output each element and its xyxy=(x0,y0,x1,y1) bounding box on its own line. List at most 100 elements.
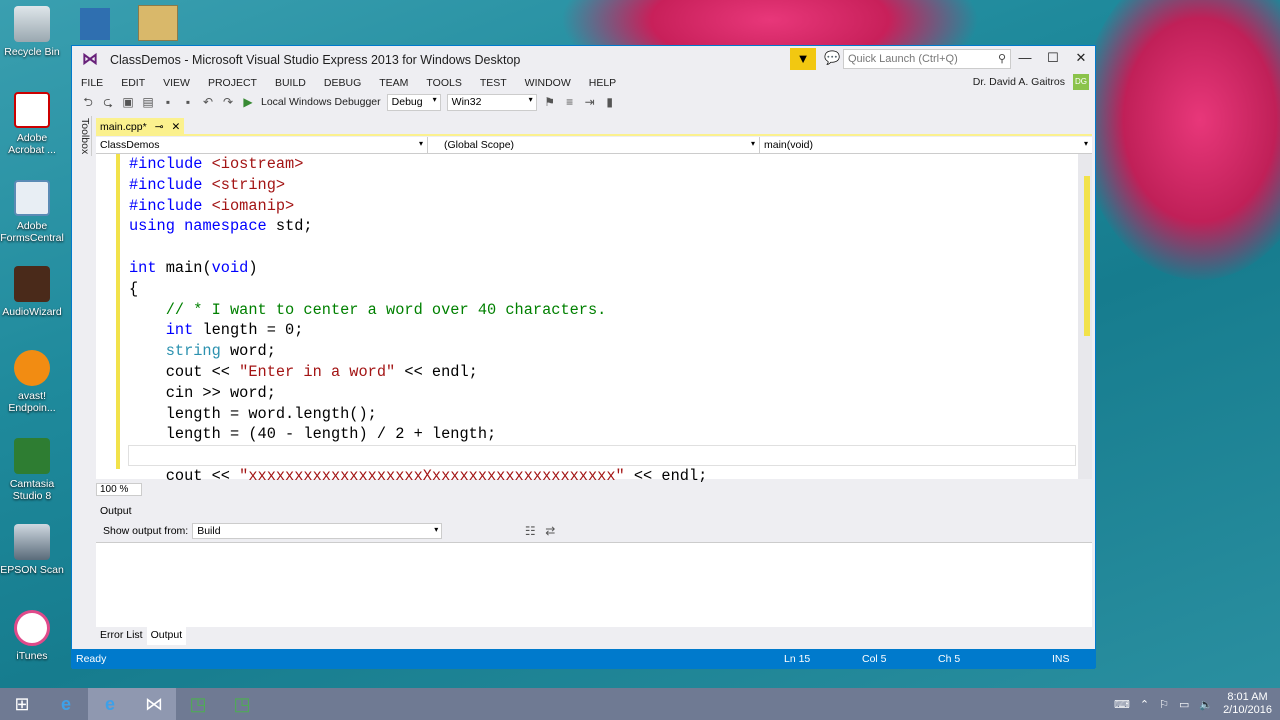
keyboard-icon[interactable]: ⌨ xyxy=(1114,698,1130,711)
find-icon[interactable]: ⚑ xyxy=(542,94,558,110)
configuration-select[interactable]: Debug ▾ xyxy=(386,93,441,111)
acrobat-icon xyxy=(14,92,50,128)
platform-select[interactable]: Win32 ▾ xyxy=(446,93,537,111)
new-project-icon[interactable]: ▣ xyxy=(120,94,136,110)
desktop-icon-acrobat[interactable]: Adobe Acrobat ... xyxy=(0,92,64,156)
windows-icon: ⊞ xyxy=(14,693,30,714)
taskbar-camtasia[interactable]: ◳ xyxy=(176,688,220,720)
code-line[interactable]: using namespace std; xyxy=(129,216,707,237)
clock[interactable]: 8:01 AM 2/10/2016 xyxy=(1223,691,1272,717)
code-line[interactable]: { xyxy=(129,279,707,300)
debugger-label[interactable]: Local Windows Debugger xyxy=(261,96,381,108)
menu-test[interactable]: TEST xyxy=(471,77,516,89)
zoom-select[interactable]: 100 % xyxy=(96,482,142,496)
code-line[interactable]: #include <iostream> xyxy=(129,154,707,175)
taskbar-ie[interactable]: e xyxy=(44,688,88,720)
member-dropdown[interactable]: main(void) ▾ xyxy=(760,137,1092,154)
clear-all-icon[interactable]: ☷ xyxy=(522,523,538,539)
close-button[interactable]: ✕ xyxy=(1070,50,1092,66)
title-bar[interactable]: ⋈ ClassDemos - Microsoft Visual Studio E… xyxy=(72,46,1095,74)
code-text[interactable]: #include <iostream> #include <string> #inc… xyxy=(129,154,707,487)
menu-window[interactable]: WINDOW xyxy=(516,77,580,89)
code-line[interactable]: #include <iomanip> xyxy=(129,196,707,217)
open-icon[interactable]: ▤ xyxy=(140,94,156,110)
start-debug-icon[interactable]: ▶ xyxy=(240,94,256,110)
code-line[interactable]: int length = 0; xyxy=(129,320,707,341)
vertical-scrollbar[interactable] xyxy=(1078,154,1092,479)
code-line[interactable]: string word; xyxy=(129,341,707,362)
taskbar-visual-studio[interactable]: ⋈ xyxy=(132,688,176,720)
code-line[interactable]: // * I want to center a word over 40 cha… xyxy=(129,300,707,321)
output-pane[interactable] xyxy=(96,542,1092,627)
back-icon[interactable]: ⮌ xyxy=(80,94,96,110)
code-line[interactable]: cin >> word; xyxy=(129,383,707,404)
code-editor[interactable]: #include <iostream> #include <string> #inc… xyxy=(96,154,1092,485)
tab-main-cpp[interactable]: main.cpp* ⊸ ✕ xyxy=(96,118,185,136)
taskbar-camtasia-recorder[interactable]: ◳ xyxy=(220,688,264,720)
menu-project[interactable]: PROJECT xyxy=(199,77,266,89)
menu-help[interactable]: HELP xyxy=(580,77,625,89)
tab-output[interactable]: Output xyxy=(146,627,187,645)
network-icon[interactable]: ▭ xyxy=(1179,698,1189,711)
desktop-icon-recycle-bin[interactable]: Recycle Bin xyxy=(0,6,64,58)
desktop-icon-audiowizard[interactable]: AudioWizard xyxy=(0,266,64,318)
chevron-down-icon: ▾ xyxy=(432,94,437,104)
user-name[interactable]: Dr. David A. Gaitros xyxy=(973,76,1065,88)
desktop-icon-formscentral[interactable]: Adobe FormsCentral xyxy=(0,180,64,244)
desktop-icon-partial[interactable] xyxy=(80,8,110,40)
taskbar: ⊞ e e ⋈ ◳ ◳ xyxy=(0,688,1280,720)
menu-edit[interactable]: EDIT xyxy=(112,77,154,89)
menu-tools[interactable]: TOOLS xyxy=(417,77,470,89)
project-dropdown[interactable]: ClassDemos ▾ xyxy=(96,137,428,154)
bookmark-icon[interactable]: ▮ xyxy=(602,94,618,110)
close-tab-icon[interactable]: ✕ xyxy=(172,121,181,133)
tab-error-list[interactable]: Error List xyxy=(96,627,147,645)
pin-icon[interactable]: ⊸ xyxy=(155,121,164,133)
scope-dropdown[interactable]: (Global Scope) ▾ xyxy=(428,137,760,154)
desktop-icon-avast[interactable]: avast! Endpoin... xyxy=(0,350,64,414)
chevron-down-icon: ▾ xyxy=(1083,139,1088,148)
code-line[interactable]: length = word.length(); xyxy=(129,404,707,425)
save-all-icon[interactable]: ▪ xyxy=(180,94,196,110)
volume-icon[interactable]: 🔈 xyxy=(1199,698,1213,711)
desktop-icon-camtasia[interactable]: Camtasia Studio 8 xyxy=(0,438,64,502)
scrollbar-thumb[interactable] xyxy=(1084,176,1090,336)
flag-icon[interactable]: ⚐ xyxy=(1159,698,1169,711)
epson-icon xyxy=(14,524,50,560)
comment-icon[interactable]: ≡ xyxy=(562,94,578,110)
code-line[interactable]: int main(void) xyxy=(129,258,707,279)
start-button[interactable]: ⊞ xyxy=(0,688,44,720)
desktop-icon-partial[interactable] xyxy=(138,5,178,41)
save-icon[interactable]: ▪ xyxy=(160,94,176,110)
menu-file[interactable]: FILE xyxy=(72,77,112,89)
menu-team[interactable]: TEAM xyxy=(370,77,417,89)
menu-build[interactable]: BUILD xyxy=(266,77,315,89)
menu-bar: FILE EDIT VIEW PROJECT BUILD DEBUG TEAM … xyxy=(72,74,1095,92)
menu-debug[interactable]: DEBUG xyxy=(315,77,370,89)
navigation-bar: ClassDemos ▾ (Global Scope) ▾ main(void) ▾ xyxy=(96,137,1092,154)
redo-icon[interactable]: ↷ xyxy=(220,94,236,110)
quick-launch-input[interactable]: Quick Launch (Ctrl+Q) ⚲ xyxy=(843,49,1011,69)
show-hidden-icons-icon[interactable]: ⌃ xyxy=(1140,698,1149,711)
feedback-icon[interactable]: 💬 xyxy=(824,50,840,66)
notification-flag-icon[interactable]: ▼ xyxy=(790,48,816,70)
code-line[interactable] xyxy=(129,445,707,466)
taskbar-ie-active[interactable]: e xyxy=(88,688,132,720)
maximize-button[interactable]: ☐ xyxy=(1042,50,1064,66)
indent-icon[interactable]: ⇥ xyxy=(582,94,598,110)
camtasia-icon: ◳ xyxy=(189,693,207,714)
code-line[interactable] xyxy=(129,237,707,258)
code-line[interactable]: #include <string> xyxy=(129,175,707,196)
desktop-icon-epson[interactable]: EPSON Scan xyxy=(0,524,64,576)
toolbox-tab[interactable]: Toolbox xyxy=(76,116,92,156)
undo-icon[interactable]: ↶ xyxy=(200,94,216,110)
avatar[interactable]: DG xyxy=(1073,74,1089,90)
code-line[interactable]: length = (40 - length) / 2 + length; xyxy=(129,424,707,445)
forward-icon[interactable]: ⮎ xyxy=(100,94,116,110)
code-line[interactable]: cout << "Enter in a word" << endl; xyxy=(129,362,707,383)
menu-view[interactable]: VIEW xyxy=(154,77,199,89)
word-wrap-icon[interactable]: ⇄ xyxy=(542,523,558,539)
minimize-button[interactable]: — xyxy=(1014,50,1036,65)
desktop-icon-itunes[interactable]: iTunes xyxy=(0,610,64,662)
output-source-select[interactable]: Build ▾ xyxy=(192,523,443,539)
